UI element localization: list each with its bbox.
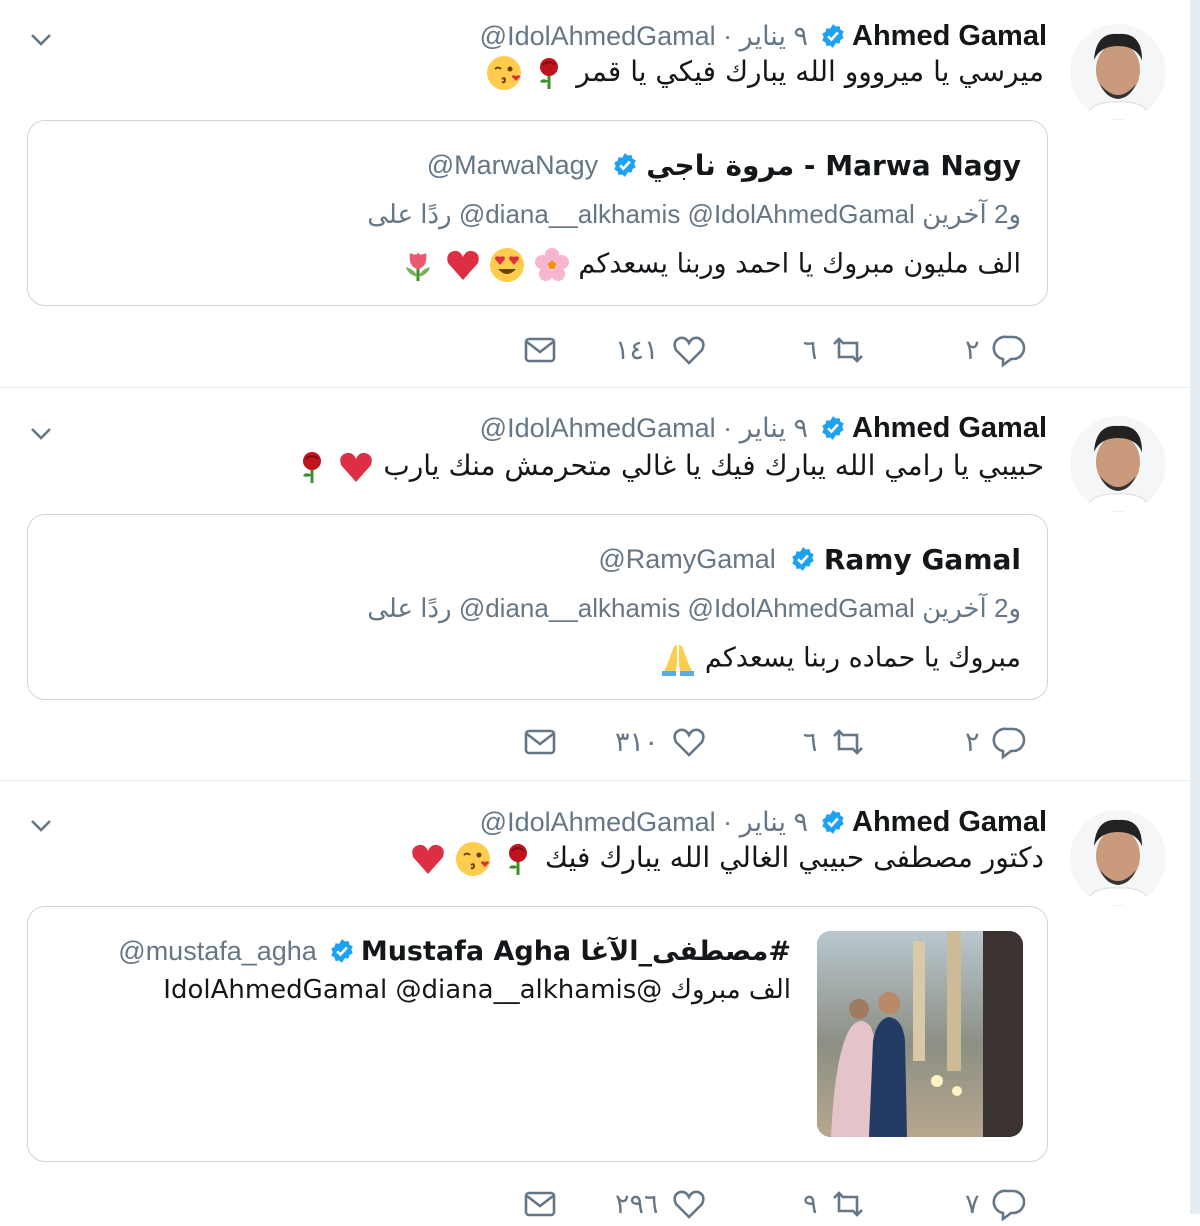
retweet-icon — [832, 337, 863, 363]
chevron-down-icon[interactable] — [28, 812, 54, 838]
tweet-author-name[interactable]: Ahmed Gamal — [852, 20, 1047, 53]
retweet-icon — [832, 1191, 863, 1217]
quoted-media-image[interactable] — [817, 931, 1023, 1137]
tweet-header: @IdolAhmedGamal · ٩ يناير Ahmed Gamal — [480, 410, 1047, 446]
verified-badge-icon — [822, 810, 844, 834]
tweet-author-name[interactable]: Ahmed Gamal — [852, 412, 1047, 445]
red-heart-icon — [446, 250, 479, 280]
quoted-author-name: مروة ناجي - Marwa Nagy — [646, 148, 1021, 182]
envelope-icon — [524, 1191, 556, 1217]
quoted-handle: @MarwaNagy — [426, 149, 599, 180]
tweet-divider — [0, 387, 1190, 388]
like-button[interactable]: ١٤١ — [615, 332, 707, 368]
replying-to: ردًا على @diana__alkhamis @IdolAhmedGama… — [367, 199, 1021, 229]
kiss-face-icon — [487, 56, 522, 90]
tweet-actions: ٧ ٩ ٢٩٦ — [0, 1186, 1190, 1226]
reply-button[interactable]: ٢ — [965, 724, 1028, 760]
verified-badge-icon — [822, 416, 844, 440]
verified-badge-icon — [822, 24, 844, 48]
rose-icon — [509, 844, 528, 875]
quoted-text: الف مبروك @IdolAhmedGamal @diana__alkham… — [163, 975, 791, 1005]
tweet-handle-date[interactable]: @IdolAhmedGamal · ٩ يناير — [480, 21, 808, 52]
envelope-icon — [524, 337, 556, 363]
direct-message-button[interactable] — [522, 332, 558, 368]
tweet-text: ميرسي يا ميرووو الله يبارك فيكي يا قمر — [486, 55, 1044, 91]
reply-button[interactable]: ٢ — [965, 332, 1028, 368]
reply-count: ٢ — [965, 726, 980, 758]
chevron-down-icon[interactable] — [28, 420, 54, 446]
avatar[interactable] — [1070, 24, 1166, 120]
tweet-handle-date[interactable]: @IdolAhmedGamal · ٩ يناير — [480, 807, 808, 838]
heart-eyes-icon — [490, 248, 525, 282]
kiss-face-icon — [456, 842, 491, 876]
verified-badge-icon — [614, 153, 636, 177]
tweet-handle-date[interactable]: @IdolAhmedGamal · ٩ يناير — [480, 413, 808, 444]
retweet-count: ٦ — [803, 726, 818, 758]
retweet-count: ٩ — [803, 1188, 818, 1220]
quoted-tweet[interactable]: @RamyGamal Ramy Gamal ردًا على @diana__a… — [27, 514, 1048, 700]
retweet-button[interactable]: ٦ — [803, 332, 866, 368]
quoted-tweet[interactable]: @MarwaNagy مروة ناجي - Marwa Nagy ردًا ع… — [27, 120, 1048, 306]
tweet-divider — [0, 780, 1190, 781]
quoted-text: الف مليون مبروك يا احمد وربنا يسعدكم — [400, 247, 1021, 283]
quoted-tweet-header: @mustafa_agha #مصطفى_الآغا Mustafa Agha — [118, 931, 791, 971]
reply-count: ٢ — [965, 334, 980, 366]
reply-button[interactable]: ٧ — [965, 1186, 1028, 1222]
quoted-tweet-header: @RamyGamal Ramy Gamal — [598, 539, 1021, 579]
tulip-icon — [406, 251, 431, 281]
quoted-author-name: #مصطفى_الآغا Mustafa Agha — [360, 935, 791, 967]
like-button[interactable]: ٣١٠ — [615, 724, 707, 760]
quoted-author-name: Ramy Gamal — [823, 542, 1021, 576]
rose-icon — [302, 452, 321, 483]
reply-icon — [992, 727, 1025, 760]
retweet-button[interactable]: ٩ — [803, 1186, 866, 1222]
verified-badge-icon — [331, 939, 353, 963]
avatar[interactable] — [1070, 810, 1166, 906]
verified-badge-icon — [792, 547, 814, 571]
retweet-count: ٦ — [803, 334, 818, 366]
like-count: ١٤١ — [615, 334, 659, 366]
quoted-tweet[interactable]: @mustafa_agha #مصطفى_الآغا Mustafa Agha … — [27, 906, 1048, 1162]
tweet-actions: ٢ ٦ ٣١٠ — [0, 724, 1190, 764]
heart-icon — [672, 336, 705, 365]
reply-count: ٧ — [965, 1188, 980, 1220]
rose-icon — [540, 58, 559, 89]
retweet-button[interactable]: ٦ — [803, 724, 866, 760]
retweet-icon — [832, 729, 863, 755]
quoted-handle: @RamyGamal — [598, 543, 776, 574]
chevron-down-icon[interactable] — [28, 26, 54, 52]
direct-message-button[interactable] — [522, 1186, 558, 1222]
heart-icon — [672, 1190, 705, 1219]
scrollbar[interactable] — [1190, 0, 1200, 1214]
tweet[interactable]: @IdolAhmedGamal · ٩ يناير Ahmed Gamal حب… — [0, 392, 1190, 781]
like-count: ٣١٠ — [615, 726, 659, 758]
quoted-tweet-header: @MarwaNagy مروة ناجي - Marwa Nagy — [427, 145, 1021, 185]
like-count: ٢٩٦ — [615, 1188, 659, 1220]
reply-icon — [992, 1189, 1025, 1222]
quoted-text: مبروك يا حماده ربنا يسعدكم — [660, 641, 1021, 677]
tweet-text: دكتور مصطفى حبيبي الغالي الله يبارك فيك — [410, 841, 1044, 877]
quoted-handle: @mustafa_agha — [118, 935, 317, 966]
tweet-actions: ٢ ٦ ١٤١ — [0, 332, 1190, 372]
tweet[interactable]: @IdolAhmedGamal · ٩ يناير Ahmed Gamal مي… — [0, 0, 1190, 388]
like-button[interactable]: ٢٩٦ — [615, 1186, 707, 1222]
red-heart-icon — [340, 452, 373, 482]
red-heart-icon — [412, 844, 445, 874]
tweet[interactable]: @IdolAhmedGamal · ٩ يناير Ahmed Gamal دك… — [0, 786, 1190, 1222]
cherry-blossom-icon — [534, 248, 569, 281]
tweet-author-name[interactable]: Ahmed Gamal — [852, 806, 1047, 839]
heart-icon — [672, 728, 705, 757]
folded-hands-icon — [662, 645, 695, 676]
replying-to: ردًا على @diana__alkhamis @IdolAhmedGama… — [367, 593, 1021, 623]
avatar[interactable] — [1070, 416, 1166, 512]
tweet-text: حبيبي يا رامي الله يبارك فيك يا غالي متح… — [294, 449, 1044, 485]
envelope-icon — [524, 729, 556, 755]
tweet-feed: @IdolAhmedGamal · ٩ يناير Ahmed Gamal مي… — [0, 0, 1190, 1222]
direct-message-button[interactable] — [522, 724, 558, 760]
tweet-header: @IdolAhmedGamal · ٩ يناير Ahmed Gamal — [480, 18, 1047, 54]
reply-icon — [992, 335, 1025, 368]
tweet-header: @IdolAhmedGamal · ٩ يناير Ahmed Gamal — [480, 804, 1047, 840]
